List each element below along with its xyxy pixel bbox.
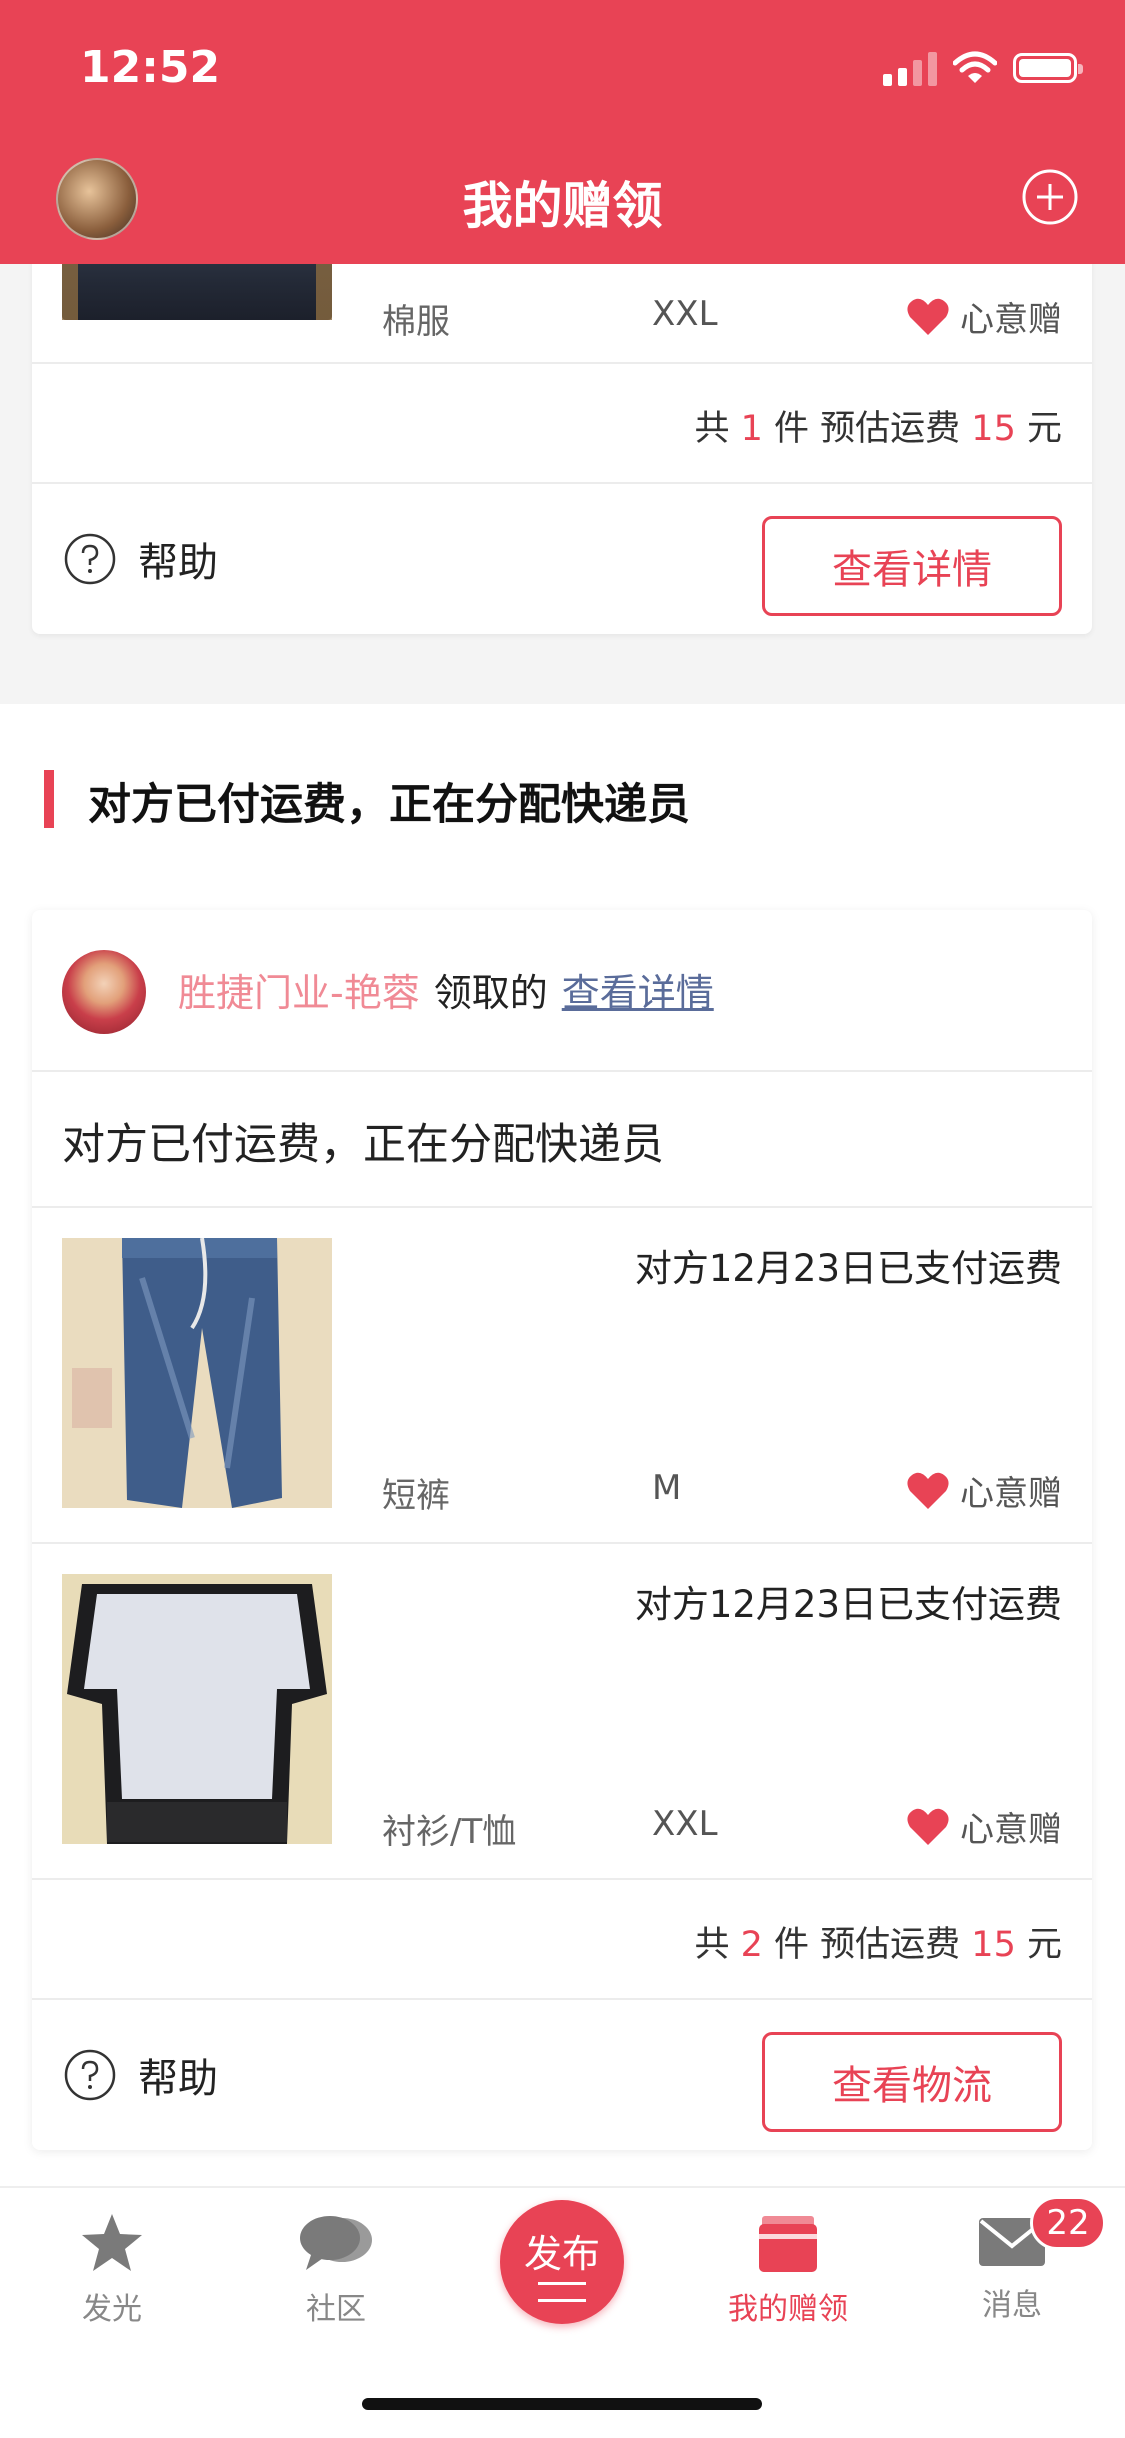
item-thumbnail[interactable] bbox=[62, 1238, 332, 1508]
tag-label: 心意赠 bbox=[960, 1474, 1062, 1514]
message-badge: 22 bbox=[1030, 2196, 1106, 2250]
shirt-image bbox=[62, 1574, 332, 1844]
star-icon bbox=[82, 2214, 142, 2271]
section-title: 对方已付运费，正在分配快递员 bbox=[88, 780, 690, 830]
received-text: 领取的 bbox=[433, 971, 548, 1015]
item-tag: 心意赠 bbox=[906, 1466, 1062, 1515]
section-accent-bar bbox=[44, 770, 54, 828]
item-tag: 心意赠 bbox=[906, 1802, 1062, 1851]
help-label: 帮助 bbox=[138, 540, 218, 586]
jeans-image bbox=[62, 1238, 332, 1508]
tab-community[interactable]: 社区 bbox=[256, 2212, 416, 2328]
item-paid-text: 对方12月23日已支付运费 bbox=[634, 1247, 1062, 1290]
receiver-avatar[interactable] bbox=[62, 950, 146, 1034]
signal-icon bbox=[883, 50, 937, 86]
order-summary: 共 2 件 预估运费 15 元 bbox=[694, 1925, 1062, 1965]
detail-link[interactable]: 查看详情 bbox=[562, 962, 714, 1017]
tab-my-gifts[interactable]: 我的赠领 bbox=[708, 2212, 868, 2328]
tab-glow[interactable]: 发光 bbox=[32, 2212, 192, 2328]
battery-icon bbox=[1013, 53, 1083, 83]
receiver-name[interactable]: 胜捷门业-艳蓉 bbox=[178, 962, 420, 1017]
receiver-row: 胜捷门业-艳蓉 领取的 查看详情 bbox=[178, 962, 714, 1017]
help-link[interactable]: 帮助 bbox=[64, 2046, 218, 2104]
item-category: 衬衫/T恤 bbox=[382, 1812, 517, 1852]
chat-bubble-icon bbox=[300, 2216, 372, 2270]
item-tag: 心意赠 bbox=[906, 292, 1062, 341]
gift-card: 棉服 XXL 心意赠 共 1 件 预估运费 15 元 帮助 查看详情 bbox=[32, 200, 1092, 634]
question-icon bbox=[64, 2049, 116, 2101]
item-size: XXL bbox=[652, 1804, 718, 1844]
view-details-button[interactable]: 查看详情 bbox=[762, 516, 1062, 616]
wifi-icon bbox=[953, 51, 997, 83]
order-summary: 共 1 件 预估运费 15 元 bbox=[694, 409, 1062, 449]
order-status: 对方已付运费，正在分配快递员 bbox=[62, 1120, 664, 1170]
order-card: 胜捷门业-艳蓉 领取的 查看详情 对方已付运费，正在分配快递员 对方12月23日… bbox=[32, 910, 1092, 2150]
question-icon bbox=[64, 533, 116, 585]
item-category: 棉服 bbox=[382, 302, 450, 342]
view-logistics-button[interactable]: 查看物流 bbox=[762, 2032, 1062, 2132]
publish-icon bbox=[538, 2281, 586, 2302]
app-header: 12:52 我的赠领 bbox=[0, 0, 1125, 264]
item-category: 短裤 bbox=[382, 1476, 450, 1516]
help-link[interactable]: 帮助 bbox=[64, 530, 218, 588]
status-icons bbox=[883, 48, 1083, 88]
gift-box-icon bbox=[759, 2216, 817, 2272]
add-icon[interactable] bbox=[1021, 168, 1079, 226]
item-size: XXL bbox=[652, 294, 718, 334]
heart-icon bbox=[907, 1808, 949, 1845]
status-time: 12:52 bbox=[80, 42, 221, 93]
help-label: 帮助 bbox=[138, 2056, 218, 2102]
item-thumbnail[interactable] bbox=[62, 1574, 332, 1844]
item-paid-text: 对方12月23日已支付运费 bbox=[634, 1583, 1062, 1626]
heart-icon bbox=[907, 298, 949, 335]
publish-button[interactable]: 发布 bbox=[500, 2200, 624, 2324]
item-size: M bbox=[652, 1468, 682, 1508]
tag-label: 心意赠 bbox=[960, 300, 1062, 340]
page-title: 我的赠领 bbox=[462, 177, 663, 235]
heart-icon bbox=[907, 1472, 949, 1509]
home-indicator bbox=[362, 2398, 762, 2410]
tag-label: 心意赠 bbox=[960, 1810, 1062, 1850]
